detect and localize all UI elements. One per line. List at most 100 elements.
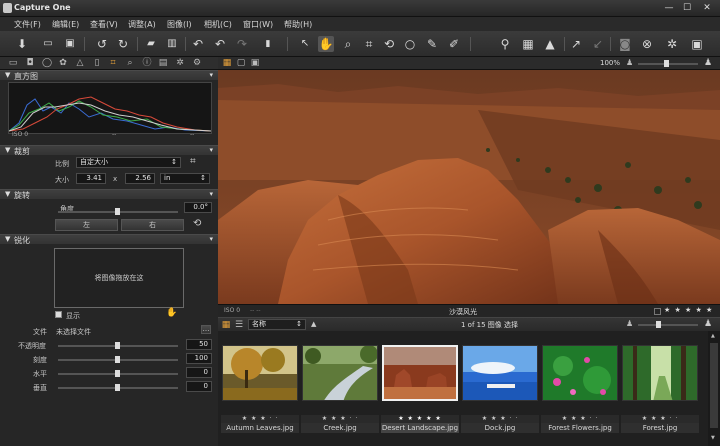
grid-view-icon[interactable]: ▦ (222, 58, 232, 68)
section-header-overlay[interactable]: ▼ 锐化 ▾ (0, 234, 218, 245)
capture-fullscreen-icon[interactable]: ▣ (62, 36, 78, 52)
sort-direction-icon[interactable]: ▲ (311, 320, 316, 328)
circle-icon[interactable]: ◯ (42, 58, 52, 68)
show-checkbox[interactable] (55, 311, 62, 318)
camera-icon[interactable]: ◙ (617, 36, 633, 52)
horizontal-field[interactable]: 0 (186, 367, 212, 378)
collapse-arrow-icon[interactable]: ▼ (5, 146, 10, 154)
undo-step-icon[interactable]: ↶ (212, 36, 228, 52)
browse-file-button[interactable]: … (201, 325, 211, 334)
menu-file[interactable]: 文件(F) (14, 19, 41, 30)
horizontal-slider-knob[interactable] (115, 370, 120, 377)
thumbnail-dock[interactable] (462, 345, 538, 401)
hand-icon[interactable]: ✋ (166, 308, 177, 318)
menu-camera[interactable]: 相机(C) (204, 19, 232, 30)
thumbnail-forest[interactable] (622, 345, 698, 401)
picker-icon[interactable]: ✎ (424, 36, 440, 52)
pen-icon[interactable]: ✐ (446, 36, 462, 52)
crop-icon[interactable]: ⌗ (361, 36, 377, 52)
menu-image[interactable]: 图像(I) (167, 19, 192, 30)
color-icon[interactable]: ✿ (58, 58, 68, 68)
collapse-arrow-icon[interactable]: ▼ (5, 71, 10, 79)
opacity-slider-knob[interactable] (115, 342, 120, 349)
menu-adjust[interactable]: 调整(A) (128, 19, 156, 30)
zoom-icon[interactable]: ⌕ (340, 36, 356, 52)
thumbnail-desert-landscape[interactable] (382, 345, 458, 401)
process-icon[interactable]: ↙ (590, 36, 606, 52)
thumbnail-autumn-leaves[interactable] (222, 345, 298, 401)
image-viewer[interactable] (218, 70, 720, 304)
crop-icon[interactable]: ⌗ (108, 58, 118, 68)
cancel-icon[interactable]: ⊗ (639, 36, 655, 52)
unit-select[interactable]: in ↕ (160, 173, 210, 184)
thumb-size-slider[interactable] (638, 324, 698, 326)
folder-icon[interactable]: ▭ (8, 58, 18, 68)
height-field[interactable]: 2.56 (125, 173, 155, 184)
vertical-slider-knob[interactable] (115, 384, 120, 391)
width-field[interactable]: 3.41 (76, 173, 106, 184)
section-header-histogram[interactable]: ▼ 直方图 ▾ (0, 70, 218, 81)
menu-edit[interactable]: 编辑(E) (52, 19, 79, 30)
thumbnail-rating[interactable]: ★ ★ ★ · · (301, 415, 379, 423)
search-icon[interactable]: ⌕ (125, 58, 135, 68)
collapse-arrow-icon[interactable]: ▼ (5, 190, 10, 198)
thumbnail-rating[interactable]: ★ ★ ★ · · (221, 415, 299, 423)
options-arrow-icon[interactable]: ▾ (209, 190, 213, 198)
thumb-size-knob[interactable] (656, 321, 661, 328)
options-arrow-icon[interactable]: ▾ (209, 235, 213, 243)
scroll-thumb[interactable] (710, 343, 718, 428)
pan-hand-icon[interactable]: ✋ (318, 36, 334, 52)
info-icon[interactable]: ⓘ (142, 58, 152, 68)
thumbnail-creek[interactable] (302, 345, 378, 401)
doc-icon[interactable]: ▤ (158, 58, 168, 68)
gear-icon[interactable]: ⚙ (192, 58, 202, 68)
pro-icon[interactable]: ▮ (260, 36, 276, 52)
close-button[interactable]: ✕ (700, 2, 714, 14)
thumbnail-rating[interactable]: ★ ★ ★ · · (621, 415, 699, 423)
ratio-select[interactable]: 自定大小 ↕ (76, 157, 181, 168)
select-cursor-icon[interactable]: ↖ (297, 36, 313, 52)
viewer-rating[interactable]: ★ ★ ★ ★ ★ (664, 306, 713, 314)
scale-field[interactable]: 100 (186, 353, 212, 364)
warning-icon[interactable]: ▲ (542, 36, 558, 52)
scroll-down-icon[interactable]: ▼ (711, 435, 715, 441)
section-header-rotation[interactable]: ▼ 旋转 ▾ (0, 189, 218, 200)
scroll-up-icon[interactable]: ▲ (711, 333, 715, 339)
rotate-right-icon[interactable]: ↻ (115, 36, 131, 52)
maximize-button[interactable]: ☐ (680, 2, 694, 14)
rotate-tool-icon[interactable]: ⟲ (381, 36, 397, 52)
rotate-left-icon[interactable]: ↺ (94, 36, 110, 52)
rotate-left-button[interactable]: 左 (55, 219, 118, 231)
monitor-icon[interactable]: ▣ (689, 36, 705, 52)
browser-scrollbar[interactable]: ▲ ▼ (708, 331, 720, 446)
redo-icon[interactable]: ↷ (234, 36, 250, 52)
triangle-icon[interactable]: △ (75, 58, 85, 68)
reset-rotation-icon[interactable]: ⟲ (193, 218, 201, 229)
drop-zone[interactable]: 将图像拖放在这 (54, 248, 184, 308)
angle-slider-knob[interactable] (115, 208, 120, 215)
settings-icon[interactable]: ✲ (175, 58, 185, 68)
sort-select[interactable]: 名称 ↕ (248, 319, 306, 330)
search-icon[interactable]: ⚲ (497, 36, 513, 52)
zoom-slider-knob[interactable] (664, 60, 669, 67)
thumbnail-rating[interactable]: ★ ★ ★ · · (461, 415, 539, 423)
section-header-crop[interactable]: ▼ 裁剪 ▾ (0, 145, 218, 156)
thermometer-icon[interactable]: ▯ (92, 58, 102, 68)
thumbnail-rating[interactable]: ★ ★ ★ ★ ★ (381, 415, 459, 423)
opacity-field[interactable]: 50 (186, 339, 212, 350)
thumbnail-forest-flowers[interactable] (542, 345, 618, 401)
angle-field[interactable]: 0.0° (184, 202, 212, 213)
rotate-right-button[interactable]: 右 (121, 219, 184, 231)
options-arrow-icon[interactable]: ▾ (209, 146, 213, 154)
tag-box[interactable] (654, 308, 661, 315)
folder-icon[interactable]: ▰ (143, 36, 159, 52)
minimize-button[interactable]: — (662, 2, 676, 14)
grid-view-icon[interactable]: ▦ (221, 320, 231, 330)
options-arrow-icon[interactable]: ▾ (209, 71, 213, 79)
camera-icon[interactable]: ◘ (25, 58, 35, 68)
menu-help[interactable]: 帮助(H) (284, 19, 312, 30)
import-icon[interactable]: ⬇ (14, 36, 30, 52)
vertical-field[interactable]: 0 (186, 381, 212, 392)
menu-view[interactable]: 查看(V) (90, 19, 118, 30)
list-view-icon[interactable]: ☰ (234, 320, 244, 330)
